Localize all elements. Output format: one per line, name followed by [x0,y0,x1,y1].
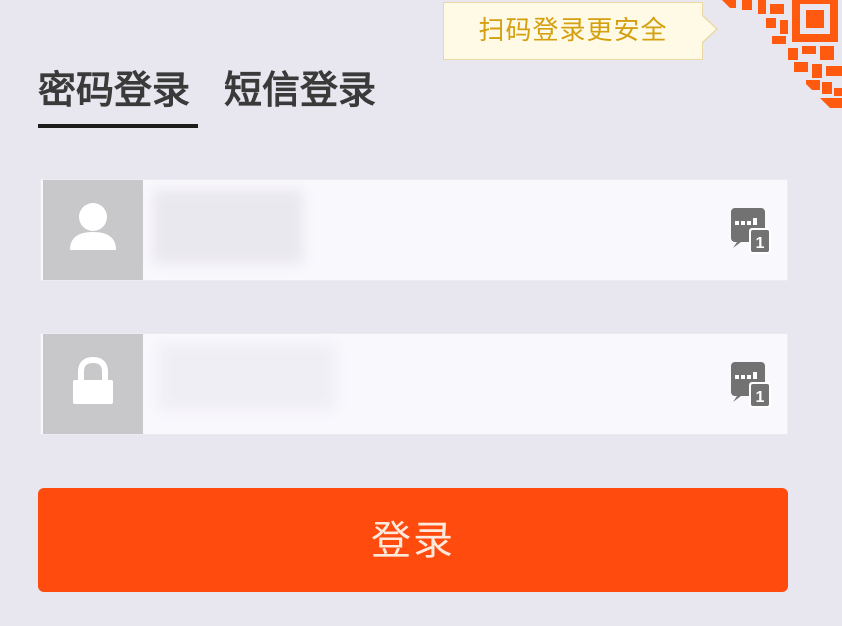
user-icon [70,203,116,250]
username-keyboard-button[interactable]: 1 [731,208,773,256]
svg-text:1: 1 [756,389,765,406]
active-tab-underline [38,124,198,128]
qr-code-toggle[interactable] [722,0,842,120]
qr-code-icon [722,0,842,108]
lock-icon [73,356,113,404]
tab-password-login[interactable]: 密码登录 [38,60,190,120]
keyboard-icon: 1 [731,362,771,408]
qr-login-tip[interactable]: 扫码登录更安全 [443,2,703,60]
username-input[interactable] [153,188,717,274]
password-keyboard-button[interactable]: 1 [731,362,773,410]
password-field: 1 [40,333,788,435]
qr-tip-arrow [701,14,718,44]
password-input[interactable] [153,342,717,428]
login-button[interactable]: 登录 [38,488,788,592]
username-field: 1 [40,179,788,281]
svg-text:1: 1 [756,235,765,252]
user-icon-box [43,180,143,280]
lock-icon-box [43,334,143,434]
tab-sms-login[interactable]: 短信登录 [224,60,376,120]
keyboard-icon: 1 [731,208,771,254]
